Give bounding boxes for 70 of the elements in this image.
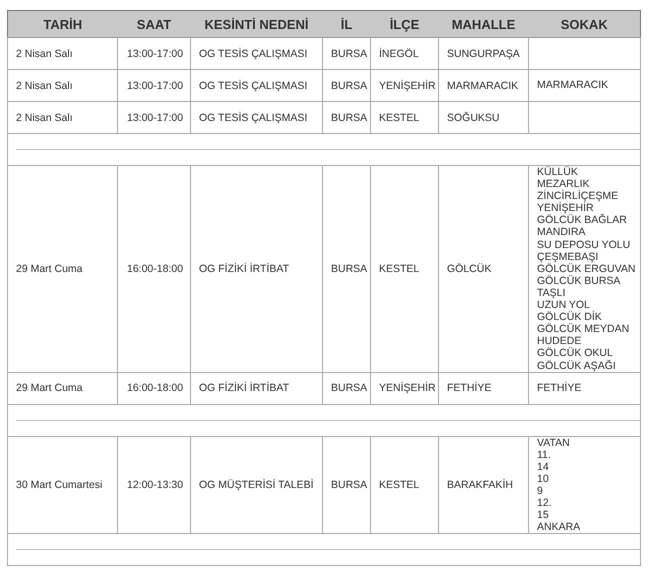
- time-cell: 12:00-13:30: [118, 436, 190, 534]
- column-header: MAHALLE: [438, 10, 528, 38]
- street-name: MANDIRA: [537, 226, 586, 239]
- date-cell: 29 Mart Cuma: [8, 166, 118, 372]
- neighborhood-cell: SUNGURPAŞA: [438, 38, 528, 70]
- column-header: SOKAK: [528, 10, 640, 38]
- street-name: MARMARACIK: [537, 79, 610, 92]
- street-name: 10: [537, 472, 550, 485]
- column-header: İL: [322, 10, 370, 38]
- district-cell: KESTEL: [370, 166, 438, 372]
- street-name: TAŞLI: [537, 286, 566, 300]
- date-cell: 2 Nisan Salı: [8, 70, 118, 102]
- district-cell: KESTEL: [370, 436, 438, 534]
- street-name: GÖLCÜK ERGUVAN: [537, 262, 636, 275]
- time-cell: 13:00-17:00: [118, 70, 190, 102]
- street-name: GÖLCÜK MEYDAN: [537, 323, 630, 336]
- reason-cell: OG TESİS ÇALIŞMASI: [190, 102, 322, 134]
- street-name: ZİNCİRLİÇEŞME: [537, 190, 620, 202]
- reason-cell: OG FİZİKİ İRTİBAT: [190, 166, 322, 372]
- district-cell: KESTEL: [370, 102, 438, 134]
- district-cell: YENİŞEHİR: [370, 372, 438, 404]
- province-cell: BURSA: [322, 166, 370, 372]
- date-cell: 2 Nisan Salı: [8, 102, 118, 134]
- street-name: KÜLLÜK: [537, 166, 579, 178]
- date-cell: 2 Nisan Salı: [8, 38, 118, 70]
- street-name: HUDEDE: [537, 335, 582, 348]
- street-name: 12.: [537, 497, 553, 510]
- date-cell: 30 Mart Cumartesi: [8, 436, 118, 534]
- street-name: UZUN YOL: [537, 299, 590, 312]
- neighborhood-cell: BARAKFAKİH: [438, 436, 528, 534]
- neighborhood-cell: GÖLCÜK: [438, 166, 528, 372]
- province-cell: BURSA: [322, 70, 370, 102]
- street-name: SU DEPOSU YOLU: [537, 238, 632, 251]
- date-cell: 29 Mart Cuma: [8, 372, 118, 404]
- street-name: 11.: [537, 448, 552, 461]
- street-name: GÖLCÜK BURSA: [537, 274, 622, 287]
- reason-cell: OG TESİS ÇALIŞMASI: [190, 70, 322, 102]
- reason-cell: OG MÜŞTERİSİ TALEBİ: [190, 436, 322, 534]
- street-name: VATAN: [537, 436, 571, 449]
- time-cell: 16:00-18:00: [118, 372, 190, 404]
- time-cell: 13:00-17:00: [118, 38, 190, 70]
- province-cell: BURSA: [322, 436, 370, 534]
- column-header: İLÇE: [370, 10, 438, 38]
- reason-cell: OG FİZİKİ İRTİBAT: [190, 372, 322, 404]
- street-name: GÖLCÜK DİK: [537, 311, 603, 324]
- street-name: FETHİYE: [537, 382, 582, 394]
- neighborhood-cell: SOĞUKSU: [438, 102, 528, 134]
- district-cell: YENİŞEHİR: [370, 70, 438, 102]
- neighborhood-cell: FETHİYE: [438, 372, 528, 404]
- province-cell: BURSA: [322, 102, 370, 134]
- street-name: YENİŞEHİR: [537, 202, 594, 214]
- street-name: 15: [537, 509, 550, 522]
- province-cell: BURSA: [322, 38, 370, 70]
- time-cell: 13:00-17:00: [118, 102, 190, 134]
- time-cell: 16:00-18:00: [118, 166, 190, 372]
- column-header: TARİH: [8, 10, 118, 38]
- district-cell: İNEGÖL: [370, 38, 438, 70]
- reason-cell: OG TESİS ÇALIŞMASI: [190, 38, 322, 70]
- neighborhood-cell: MARMARACIK: [438, 70, 528, 102]
- street-name: ANKARA: [537, 521, 582, 534]
- street-name: 9: [537, 484, 544, 498]
- column-header: SAAT: [118, 10, 190, 38]
- street-name: GÖLCÜK OKUL: [537, 347, 614, 360]
- column-header: KESİNTİ NEDENİ: [190, 10, 322, 38]
- street-name: ÇEŞMEBAŞI: [537, 250, 600, 263]
- province-cell: BURSA: [322, 372, 370, 404]
- street-name: MEZARLIK: [537, 178, 590, 190]
- street-name: GÖLCÜK BAĞLAR: [537, 214, 628, 226]
- street-name: GÖLCÜK AŞAĞI: [537, 360, 617, 372]
- street-name: 14: [537, 460, 550, 473]
